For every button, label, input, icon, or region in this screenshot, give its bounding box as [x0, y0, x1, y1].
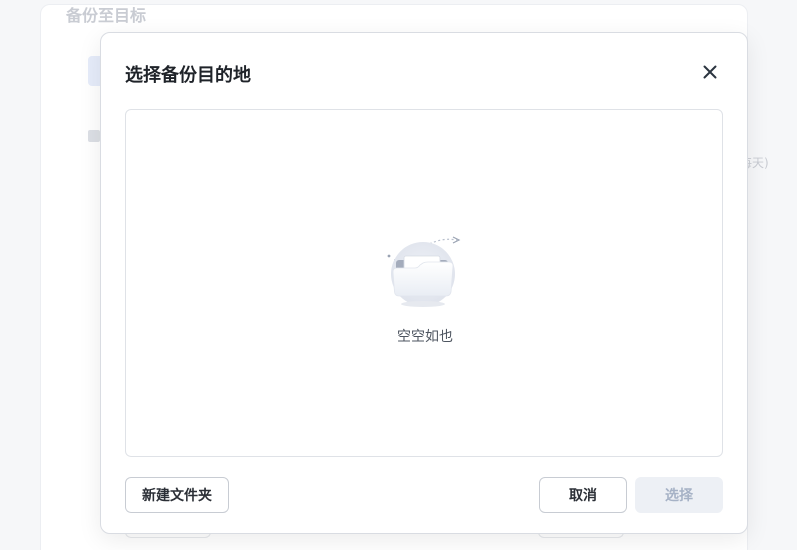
empty-state: 空空如也: [126, 234, 724, 354]
select-button[interactable]: 选择: [635, 477, 723, 513]
empty-state-text: 空空如也: [397, 329, 453, 345]
select-destination-dialog: 选择备份目的地 空空如也 新建文件夹 取消 选择: [100, 32, 748, 534]
cancel-button[interactable]: 取消: [539, 477, 627, 513]
folder-browser[interactable]: 空空如也: [125, 109, 723, 457]
close-icon[interactable]: [703, 65, 717, 79]
background-title: 备份至目标: [66, 6, 147, 25]
empty-folder-icon: [387, 236, 461, 307]
dialog-title: 选择备份目的地: [125, 65, 251, 86]
background-icon: [88, 130, 100, 142]
new-folder-button[interactable]: 新建文件夹: [125, 477, 229, 513]
close-button[interactable]: [699, 61, 721, 83]
